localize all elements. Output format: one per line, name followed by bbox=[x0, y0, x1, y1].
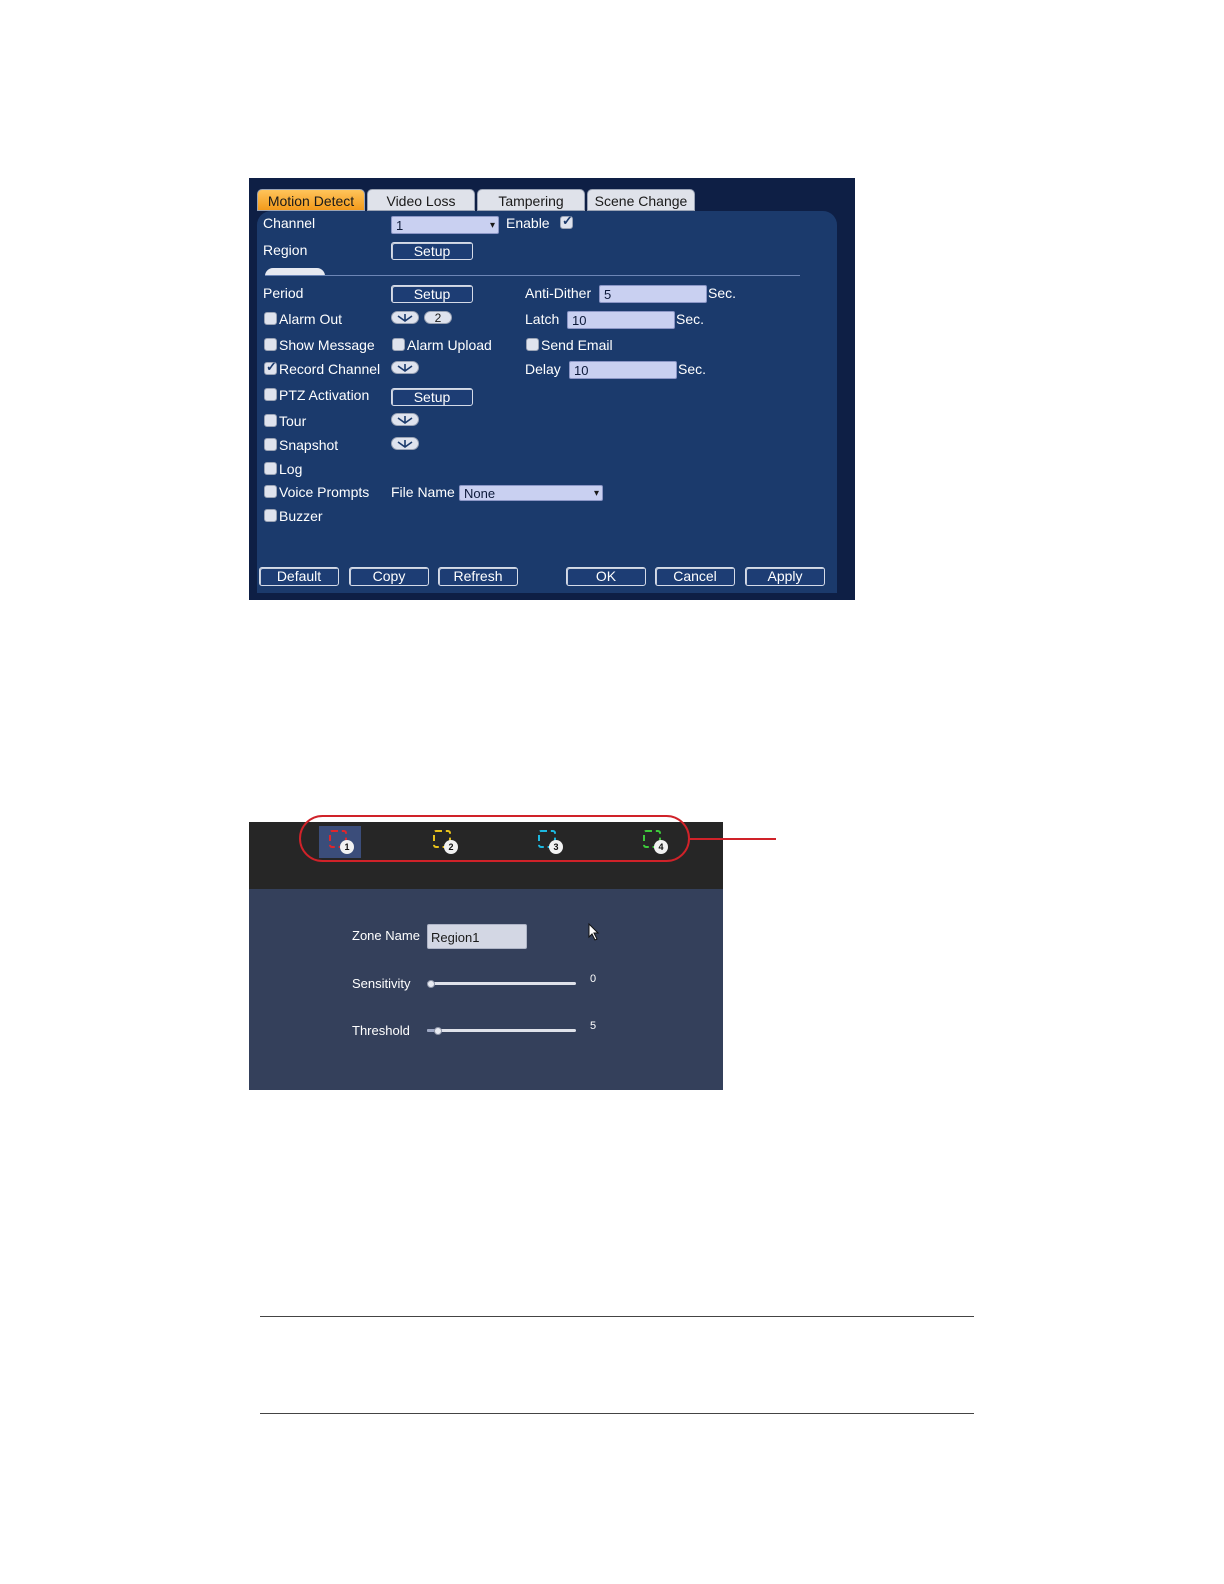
threshold-slider-thumb[interactable] bbox=[434, 1027, 442, 1035]
default-button[interactable]: Default bbox=[259, 567, 339, 586]
alarm-out-label: Alarm Out bbox=[279, 311, 343, 327]
file-name-select[interactable]: None ▾ bbox=[459, 485, 603, 501]
send-email-checkbox[interactable] bbox=[526, 338, 539, 351]
delay-unit: Sec. bbox=[678, 361, 707, 377]
callout-line bbox=[689, 838, 776, 840]
region-buttons-highlight bbox=[299, 815, 690, 862]
show-message-label: Show Message bbox=[279, 337, 375, 353]
region-label: Region bbox=[263, 242, 308, 258]
latch-input[interactable]: 10 bbox=[567, 311, 675, 329]
zone-settings-panel: 1 2 3 4 Zone Name Region1 Sensitivity 0 … bbox=[249, 822, 723, 1090]
copy-button[interactable]: Copy bbox=[349, 567, 429, 586]
sensitivity-slider[interactable] bbox=[427, 982, 576, 985]
anti-dither-label: Anti-Dither bbox=[525, 285, 592, 301]
send-email-label: Send Email bbox=[541, 337, 613, 353]
latch-label: Latch bbox=[525, 311, 560, 327]
alarm-out-checkbox[interactable] bbox=[264, 312, 277, 325]
motion-detect-dialog: Motion Detect Video Loss Tampering Scene… bbox=[249, 178, 855, 600]
snapshot-checkbox[interactable] bbox=[264, 438, 277, 451]
alarm-out-settings-icon[interactable] bbox=[391, 311, 419, 324]
zone-name-label: Zone Name bbox=[352, 928, 420, 943]
sensitivity-label: Sensitivity bbox=[352, 976, 411, 991]
alarm-upload-checkbox[interactable] bbox=[392, 338, 405, 351]
alarm-upload-label: Alarm Upload bbox=[407, 337, 492, 353]
sensitivity-value: 0 bbox=[590, 973, 597, 985]
apply-button[interactable]: Apply bbox=[745, 567, 825, 586]
ok-button[interactable]: OK bbox=[566, 567, 646, 586]
chevron-down-icon: ▾ bbox=[489, 220, 495, 231]
log-checkbox[interactable] bbox=[264, 462, 277, 475]
latch-unit: Sec. bbox=[676, 311, 705, 327]
ptz-activation-label: PTZ Activation bbox=[279, 387, 370, 403]
record-channel-settings-icon[interactable] bbox=[391, 361, 419, 374]
buzzer-checkbox[interactable] bbox=[264, 509, 277, 522]
tab-motion-detect[interactable]: Motion Detect bbox=[257, 189, 365, 211]
enable-label: Enable bbox=[506, 215, 550, 231]
threshold-slider[interactable] bbox=[427, 1029, 576, 1032]
threshold-value: 5 bbox=[590, 1020, 597, 1032]
sensitivity-slider-thumb[interactable] bbox=[427, 980, 435, 988]
channel-label: Channel bbox=[263, 215, 316, 231]
tab-scene-change[interactable]: Scene Change bbox=[587, 189, 695, 211]
tour-checkbox[interactable] bbox=[264, 414, 277, 427]
channel-select[interactable]: 1 ▾ bbox=[391, 216, 499, 234]
file-name-value: None bbox=[464, 486, 496, 501]
anti-dither-input[interactable]: 5 bbox=[599, 285, 707, 303]
buzzer-label: Buzzer bbox=[279, 508, 323, 524]
ptz-setup-button[interactable]: Setup bbox=[391, 388, 473, 406]
channel-value: 1 bbox=[396, 218, 404, 233]
voice-prompts-label: Voice Prompts bbox=[279, 484, 370, 500]
threshold-label: Threshold bbox=[352, 1023, 410, 1038]
delay-input[interactable]: 10 bbox=[569, 361, 677, 379]
enable-checkbox[interactable] bbox=[560, 213, 573, 229]
zone-name-input[interactable]: Region1 bbox=[427, 924, 527, 949]
cancel-button[interactable]: Cancel bbox=[655, 567, 735, 586]
tab-tampering[interactable]: Tampering bbox=[477, 189, 585, 211]
mouse-cursor-icon bbox=[588, 923, 600, 941]
snapshot-settings-icon[interactable] bbox=[391, 437, 419, 450]
log-label: Log bbox=[279, 461, 303, 477]
region-setup-button[interactable]: Setup bbox=[391, 242, 473, 260]
chevron-down-icon: ▾ bbox=[593, 488, 599, 499]
period-setup-button[interactable]: Setup bbox=[391, 285, 473, 303]
file-name-label: File Name bbox=[391, 484, 455, 500]
divider bbox=[265, 275, 800, 276]
alarm-out-number[interactable]: 2 bbox=[424, 311, 452, 324]
tab-video-loss[interactable]: Video Loss bbox=[367, 189, 475, 211]
tour-label: Tour bbox=[279, 413, 307, 429]
voice-prompts-checkbox[interactable] bbox=[264, 485, 277, 498]
tour-settings-icon[interactable] bbox=[391, 413, 419, 426]
divider-line bbox=[260, 1413, 974, 1414]
record-channel-checkbox[interactable] bbox=[264, 359, 277, 375]
ptz-activation-checkbox[interactable] bbox=[264, 388, 277, 401]
delay-label: Delay bbox=[525, 361, 561, 377]
show-message-checkbox[interactable] bbox=[264, 338, 277, 351]
refresh-button[interactable]: Refresh bbox=[438, 567, 518, 586]
snapshot-label: Snapshot bbox=[279, 437, 339, 453]
divider-line bbox=[260, 1316, 974, 1317]
period-label: Period bbox=[263, 285, 304, 301]
anti-dither-unit: Sec. bbox=[708, 285, 737, 301]
record-channel-label: Record Channel bbox=[279, 361, 381, 377]
